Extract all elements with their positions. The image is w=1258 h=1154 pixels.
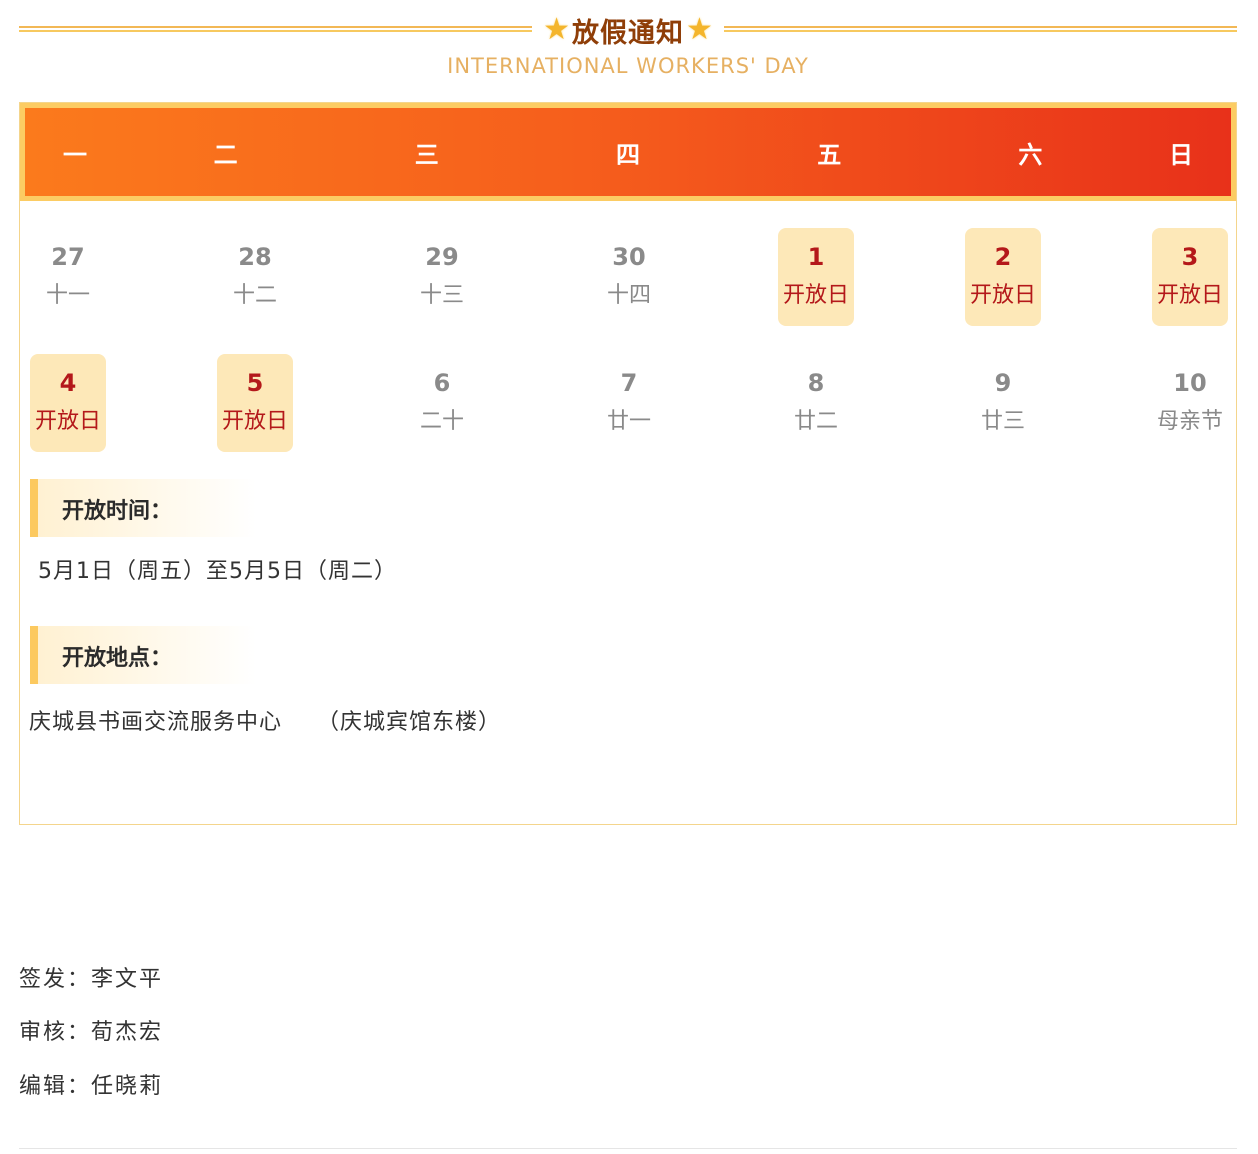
day-number: 6 (433, 369, 451, 397)
day-lunar: 开放日 (221, 409, 288, 434)
credit-reviewer: 审核：荀杰宏 (19, 1020, 164, 1045)
day-lunar: 开放日 (969, 283, 1036, 308)
credit-editor: 编辑：任晓莉 (19, 1074, 164, 1099)
calendar-day: 10 母亲节 (1152, 354, 1228, 452)
weekday-label: 一 (63, 140, 87, 169)
day-number: 8 (807, 369, 825, 397)
calendar-day-holiday: 2 开放日 (965, 228, 1041, 326)
day-number: 3 (1181, 243, 1199, 271)
page-subtitle: INTERNATIONAL WORKERS' DAY (447, 54, 809, 78)
day-number: 4 (59, 369, 77, 397)
calendar-day: 29 十三 (404, 228, 480, 326)
weekday-bar: 一 二 三 四 五 六 日 (20, 103, 1236, 201)
calendar-day: 30 十四 (591, 228, 667, 326)
bottom-divider (19, 1148, 1237, 1149)
day-number: 7 (620, 369, 638, 397)
day-lunar: 十四 (606, 283, 651, 308)
calendar-day: 8 廿二 (778, 354, 854, 452)
header-divider-left (19, 26, 532, 32)
open-time-label: 开放时间： (62, 499, 173, 524)
calendar-day: 9 廿三 (965, 354, 1041, 452)
weekday-label: 六 (1018, 140, 1043, 169)
calendar-day-holiday: 3 开放日 (1152, 228, 1228, 326)
day-number: 5 (246, 369, 264, 397)
credit-issuer: 签发：李文平 (19, 967, 164, 992)
weekday-label: 五 (817, 140, 842, 169)
day-lunar: 廿三 (980, 409, 1025, 434)
open-time-heading: 开放时间： (30, 479, 256, 537)
day-lunar: 开放日 (782, 283, 849, 308)
calendar-day: 6 二十 (404, 354, 480, 452)
calendar-week-row: 4 开放日 5 开放日 6 二十 7 廿一 8 廿二 9 廿三 10 母亲节 (28, 354, 1228, 454)
weekday-label: 二 (213, 140, 238, 169)
day-number: 30 (612, 243, 646, 271)
star-icon: ★ (686, 12, 713, 47)
open-place-heading: 开放地点： (30, 626, 256, 684)
header-divider-right (724, 26, 1237, 32)
calendar-day-holiday: 4 开放日 (30, 354, 106, 452)
calendar-week-row: 27 十一 28 十二 29 十三 30 十四 1 开放日 2 开放日 3 开放日 (28, 228, 1228, 328)
weekday-label: 日 (1169, 140, 1194, 169)
header-title-group: ★ 放假通知 ★ (532, 8, 724, 52)
day-lunar: 开放日 (1156, 283, 1223, 308)
open-time-text: 5月1日（周五）至5月5日（周二） (38, 559, 397, 584)
day-lunar: 十二 (232, 283, 277, 308)
open-place-label: 开放地点： (62, 646, 173, 671)
day-number: 2 (994, 243, 1012, 271)
calendar-card: 一 二 三 四 五 六 日 27 十一 28 十二 29 十三 30 十四 1 开放日 2… (19, 102, 1237, 825)
calendar-day: 27 十一 (30, 228, 106, 326)
day-lunar: 二十 (419, 409, 464, 434)
calendar-day-holiday: 5 开放日 (217, 354, 293, 452)
day-lunar: 母亲节 (1156, 409, 1223, 434)
day-number: 10 (1173, 369, 1207, 397)
day-number: 27 (51, 243, 85, 271)
notice-header: ★ 放假通知 ★ INTERNATIONAL WORKERS' DAY (19, 8, 1237, 88)
day-lunar: 廿二 (793, 409, 838, 434)
day-number: 28 (238, 243, 272, 271)
calendar-day: 28 十二 (217, 228, 293, 326)
day-lunar: 十一 (45, 283, 90, 308)
page-title: 放假通知 (572, 17, 684, 49)
calendar-day: 7 廿一 (591, 354, 667, 452)
day-number: 9 (994, 369, 1012, 397)
open-place-text: 庆城县书画交流服务中心 （庆城宾馆东楼） (29, 710, 502, 735)
day-number: 29 (425, 243, 459, 271)
weekday-label: 四 (616, 140, 640, 169)
star-icon: ★ (543, 12, 570, 47)
weekday-label: 三 (414, 140, 439, 169)
day-number: 1 (807, 243, 825, 271)
calendar-day-holiday: 1 开放日 (778, 228, 854, 326)
day-lunar: 开放日 (34, 409, 101, 434)
day-lunar: 十三 (419, 283, 464, 308)
day-lunar: 廿一 (606, 409, 651, 434)
